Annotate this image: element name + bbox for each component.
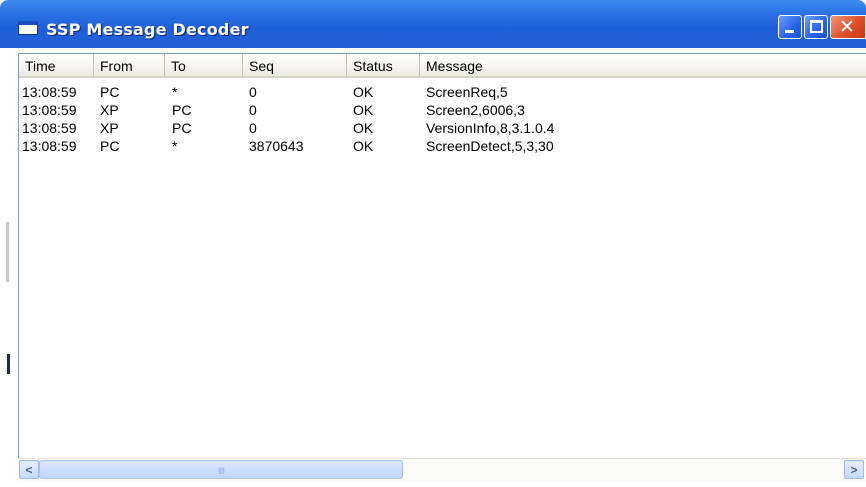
cell-message: Screen2,6006,3 bbox=[426, 102, 525, 118]
cell-time: 13:08:59 bbox=[22, 120, 77, 136]
cell-status: OK bbox=[353, 102, 374, 118]
cell-status: OK bbox=[353, 84, 374, 100]
list-row[interactable]: 13:08:59 PC * 3870643 OK ScreenDetect,5,… bbox=[19, 137, 866, 155]
cell-message: ScreenDetect,5,3,30 bbox=[426, 138, 554, 154]
scroll-left-button[interactable]: < bbox=[19, 460, 39, 479]
cell-to: * bbox=[172, 138, 178, 154]
cell-from: XP bbox=[100, 102, 119, 118]
minimize-icon bbox=[785, 30, 794, 33]
maximize-icon bbox=[810, 20, 823, 33]
column-header-from[interactable]: From bbox=[94, 54, 165, 76]
column-header-status[interactable]: Status bbox=[347, 54, 420, 76]
close-icon: ✕ bbox=[839, 16, 855, 38]
cell-message: VersionInfo,8,3.1.0.4 bbox=[426, 120, 555, 136]
column-header-message[interactable]: Message bbox=[420, 54, 866, 76]
cell-to: * bbox=[172, 84, 178, 100]
list-row[interactable]: 13:08:59 XP PC 0 OK VersionInfo,8,3.1.0.… bbox=[19, 119, 866, 137]
cell-time: 13:08:59 bbox=[22, 138, 77, 154]
scrollbar-thumb[interactable]: IIII bbox=[39, 460, 403, 479]
edge-mark bbox=[7, 354, 10, 374]
window-title: SSP Message Decoder bbox=[46, 20, 249, 39]
cell-status: OK bbox=[353, 120, 374, 136]
cell-time: 13:08:59 bbox=[22, 84, 77, 100]
app-window: SSP Message Decoder ✕ Time From To Seq S… bbox=[0, 0, 866, 487]
column-header-time[interactable]: Time bbox=[19, 54, 94, 76]
app-icon bbox=[18, 21, 38, 35]
message-list[interactable]: Time From To Seq Status Message 13:08:59… bbox=[18, 53, 866, 481]
list-header: Time From To Seq Status Message bbox=[19, 54, 866, 78]
maximize-button[interactable] bbox=[804, 15, 828, 39]
edge-mark bbox=[6, 222, 9, 282]
cell-seq: 3870643 bbox=[249, 138, 304, 154]
cell-time: 13:08:59 bbox=[22, 102, 77, 118]
grip-icon: IIII bbox=[218, 466, 225, 476]
cell-status: OK bbox=[353, 138, 374, 154]
chevron-right-icon: > bbox=[850, 463, 858, 477]
window-left-edge bbox=[0, 48, 10, 487]
list-row[interactable]: 13:08:59 XP PC 0 OK Screen2,6006,3 bbox=[19, 101, 866, 119]
list-row[interactable]: 13:08:59 PC * 0 OK ScreenReq,5 bbox=[19, 83, 866, 101]
cell-from: XP bbox=[100, 120, 119, 136]
cell-seq: 0 bbox=[249, 120, 257, 136]
cell-to: PC bbox=[172, 102, 192, 118]
chevron-left-icon: < bbox=[25, 463, 33, 477]
close-button[interactable]: ✕ bbox=[830, 15, 866, 39]
cell-seq: 0 bbox=[249, 102, 257, 118]
scroll-right-button[interactable]: > bbox=[844, 460, 864, 479]
column-header-to[interactable]: To bbox=[165, 54, 243, 76]
cell-from: PC bbox=[100, 138, 120, 154]
cell-to: PC bbox=[172, 120, 192, 136]
cell-seq: 0 bbox=[249, 84, 257, 100]
minimize-button[interactable] bbox=[778, 15, 802, 39]
cell-message: ScreenReq,5 bbox=[426, 84, 508, 100]
column-header-seq[interactable]: Seq bbox=[243, 54, 347, 76]
horizontal-scrollbar[interactable]: < IIII > bbox=[18, 458, 866, 481]
cell-from: PC bbox=[100, 84, 120, 100]
title-bar[interactable]: SSP Message Decoder ✕ bbox=[0, 0, 866, 48]
